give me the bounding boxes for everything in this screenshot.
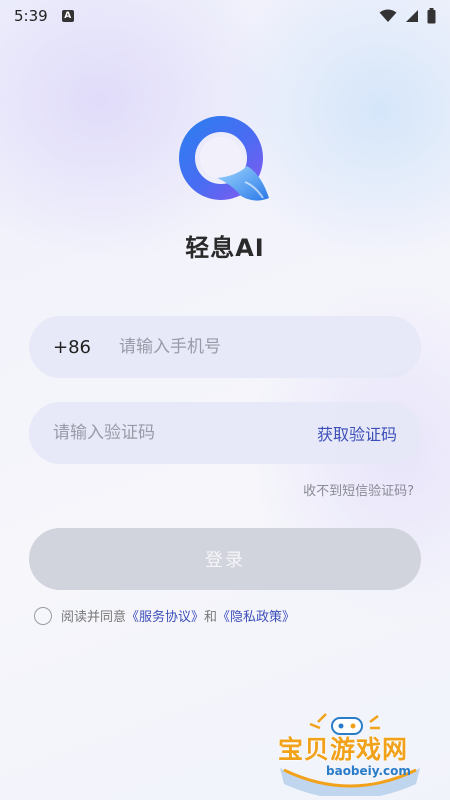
agreement-prefix: 阅读并同意: [61, 610, 127, 625]
status-icons: [379, 8, 436, 24]
status-time: 5:39: [14, 7, 48, 25]
no-sms-link[interactable]: 收不到短信验证码?: [303, 480, 414, 499]
code-input[interactable]: [53, 423, 283, 443]
battery-icon: [427, 8, 436, 24]
phone-input[interactable]: [119, 337, 399, 357]
wifi-icon: [379, 9, 397, 22]
status-bar: 5:39 A: [0, 0, 450, 32]
country-code[interactable]: +86: [53, 337, 91, 358]
get-code-button[interactable]: 获取验证码: [317, 421, 397, 445]
agreement-and: 和: [204, 610, 218, 625]
notification-a-icon: A: [61, 10, 74, 22]
service-agreement-link[interactable]: 《服务协议》: [126, 606, 204, 625]
agreement-row: 阅读并同意 《服务协议》 和 《隐私政策》: [34, 606, 295, 625]
privacy-policy-link[interactable]: 《隐私政策》: [217, 606, 295, 625]
code-field: 获取验证码: [29, 402, 421, 464]
watermark-text: 宝贝游戏网: [278, 735, 409, 764]
login-button[interactable]: 登录: [29, 528, 421, 590]
app-name: 轻息AI: [185, 234, 265, 262]
watermark-url: baobeiy.com: [326, 764, 411, 778]
phone-field: +86: [29, 316, 421, 378]
app-logo-icon: [179, 116, 269, 201]
signal-icon: [406, 10, 418, 22]
agree-checkbox[interactable]: [34, 606, 52, 625]
